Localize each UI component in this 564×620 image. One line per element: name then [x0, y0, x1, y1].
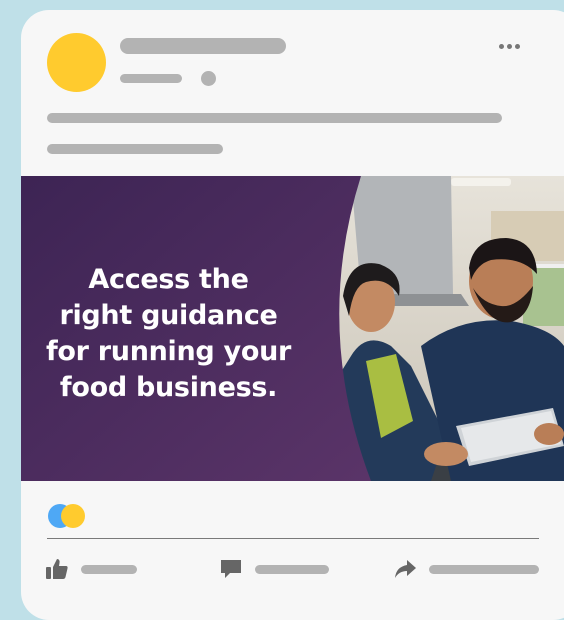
like-button[interactable]	[45, 556, 137, 582]
share-button[interactable]	[393, 556, 539, 582]
share-icon	[395, 560, 416, 578]
avatar[interactable]	[47, 33, 106, 92]
divider	[47, 538, 539, 539]
thumbs-up-icon	[46, 559, 68, 579]
like-label-placeholder	[81, 564, 137, 574]
author-name-placeholder[interactable]	[120, 38, 286, 54]
headline-line-4: food business.	[59, 372, 278, 403]
post-image-headline: Access the right guidance for running yo…	[21, 262, 316, 406]
headline-line-3: for running your	[45, 336, 292, 367]
caption-line-2	[47, 144, 223, 154]
comment-icon	[221, 560, 241, 578]
comment-button[interactable]	[219, 556, 329, 582]
headline-line-1: Access the	[88, 264, 249, 295]
share-label-placeholder	[429, 564, 539, 574]
caption-line-1	[47, 113, 502, 123]
post-image[interactable]: Access the right guidance for running yo…	[21, 176, 564, 481]
social-post-card: Access the right guidance for running yo…	[21, 10, 564, 620]
favorite-reaction-icon	[61, 504, 85, 528]
headline-line-2: right guidance	[59, 300, 278, 331]
reaction-summary[interactable]	[48, 504, 98, 530]
more-horizontal-icon	[498, 43, 504, 49]
more-options-button[interactable]	[489, 36, 529, 56]
visibility-icon	[201, 71, 216, 86]
comment-label-placeholder	[255, 564, 329, 574]
post-time-placeholder	[120, 74, 182, 83]
